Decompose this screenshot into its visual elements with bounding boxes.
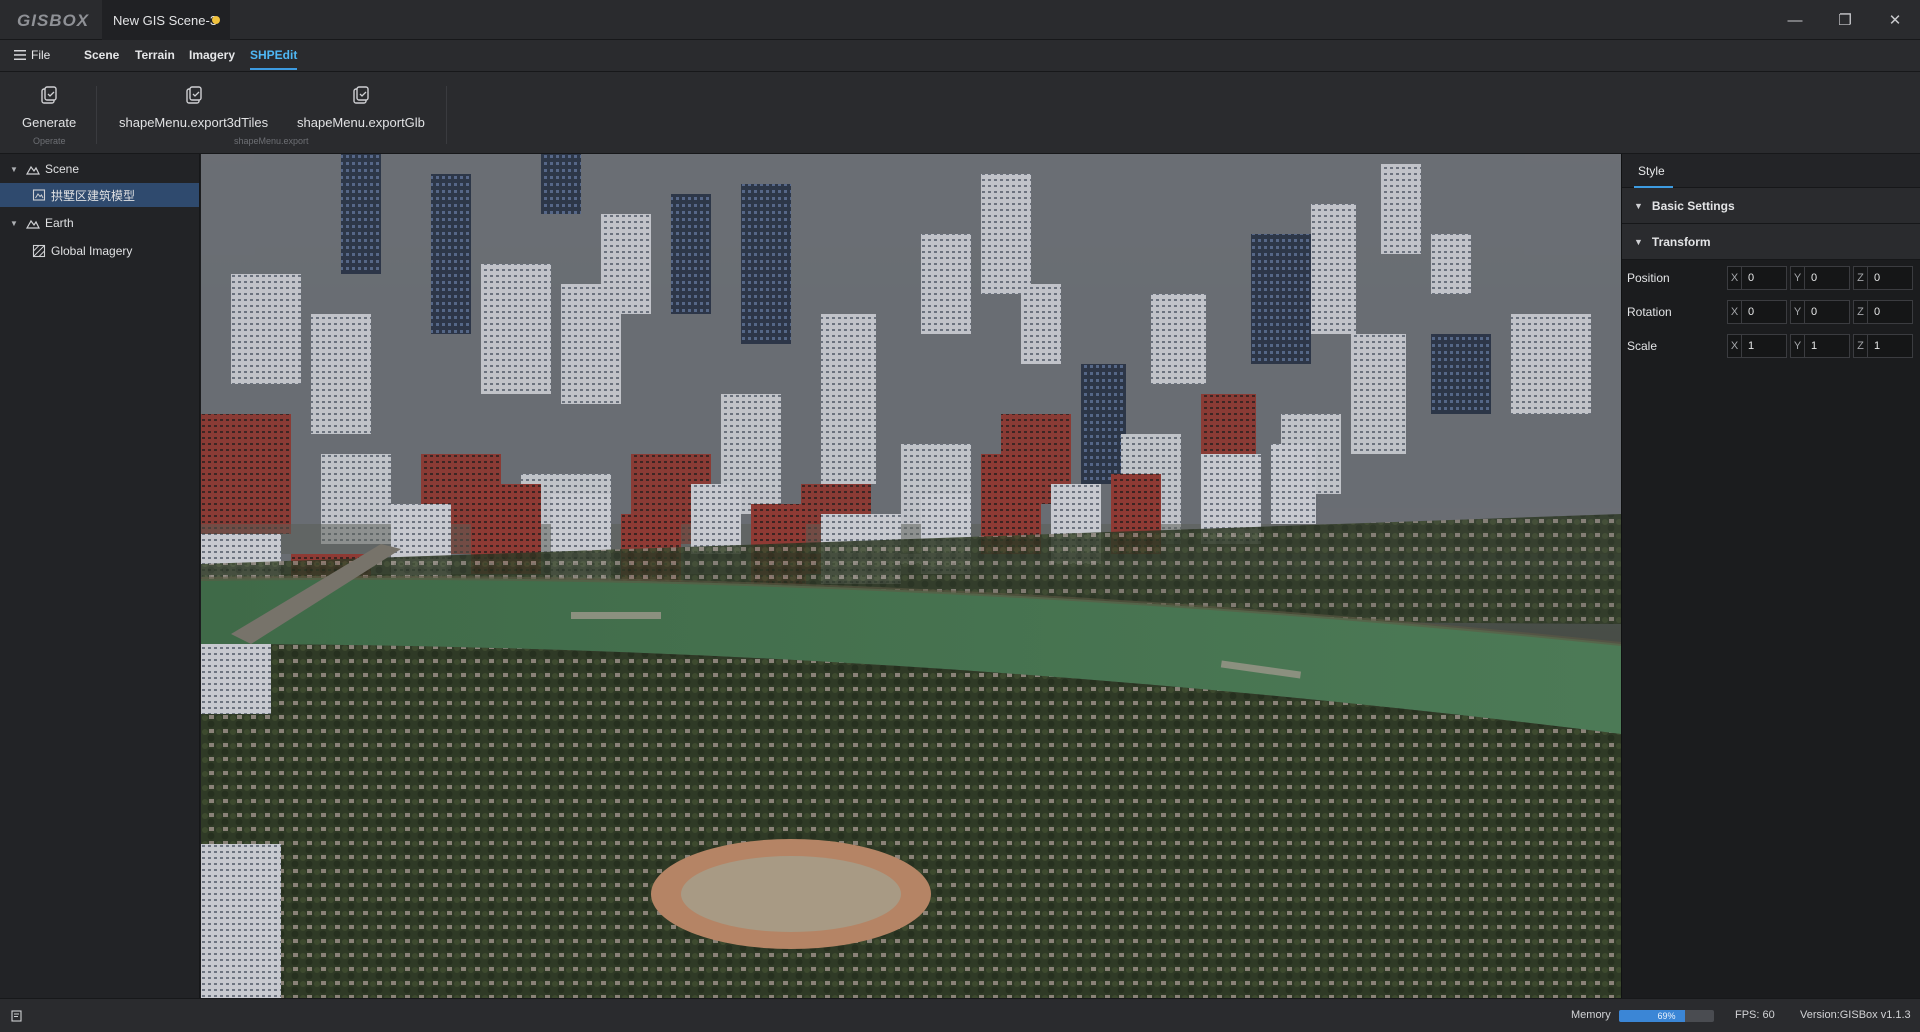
menu-imagery[interactable]: Imagery xyxy=(189,48,235,62)
version-label: Version:GISBox v1.1.3 xyxy=(1800,1009,1911,1021)
transform-header[interactable]: ▼ Transform xyxy=(1622,224,1920,260)
document-tab[interactable]: New GIS Scene-3 xyxy=(102,0,230,40)
export-3dtiles-label: shapeMenu.export3dTiles xyxy=(119,115,269,130)
menu-bar: File Scene Terrain Imagery SHPEdit xyxy=(0,40,1920,72)
export-glb-icon xyxy=(353,86,369,104)
menu-scene[interactable]: Scene xyxy=(84,48,119,62)
export-3dtiles-icon xyxy=(185,86,202,104)
generate-button[interactable]: Generate xyxy=(22,86,76,130)
app-logo: GISBOX xyxy=(17,11,90,30)
export-glb-label: shapeMenu.exportGlb xyxy=(297,115,425,130)
position-x-field[interactable]: X0 xyxy=(1727,266,1787,290)
position-y-field[interactable]: Y0 xyxy=(1790,266,1850,290)
tree-item-scene[interactable]: ▼ Scene xyxy=(0,157,200,181)
position-label: Position xyxy=(1627,271,1670,285)
scale-label: Scale xyxy=(1627,339,1658,353)
menu-terrain[interactable]: Terrain xyxy=(135,48,175,62)
menu-shpedit[interactable]: SHPEdit xyxy=(250,48,298,70)
earth-icon xyxy=(26,219,40,229)
tree-item-label: Global Imagery xyxy=(51,244,133,258)
scene-tree-panel: ▼ Scene 拱墅区建筑模型 ▼ Earth Global Imagery xyxy=(0,154,200,998)
rotation-z-field[interactable]: Z0 xyxy=(1853,300,1913,324)
tree-item-building-model[interactable]: 拱墅区建筑模型 xyxy=(0,183,199,207)
rotation-y-field[interactable]: Y0 xyxy=(1790,300,1850,324)
minimize-button[interactable]: — xyxy=(1778,6,1812,34)
fps-readout: FPS: 60 xyxy=(1735,1009,1775,1021)
export-glb-button[interactable]: shapeMenu.exportGlb xyxy=(297,86,425,130)
tree-item-label: 拱墅区建筑模型 xyxy=(51,188,136,203)
basic-settings-header[interactable]: ▼ Basic Settings xyxy=(1622,188,1920,224)
rotation-label: Rotation xyxy=(1627,305,1672,319)
scale-x-field[interactable]: X1 xyxy=(1727,334,1787,358)
minimize-icon: — xyxy=(1787,11,1803,29)
memory-usage-bar: 69% xyxy=(1619,1010,1714,1022)
tree-item-label: Earth xyxy=(45,216,74,230)
export-group-label: shapeMenu.export xyxy=(234,136,309,146)
basic-settings-label: Basic Settings xyxy=(1651,198,1735,213)
file-menu[interactable]: File xyxy=(14,48,50,62)
close-icon: ✕ xyxy=(1888,12,1902,29)
generate-icon xyxy=(41,86,57,104)
collapse-triangle-icon: ▼ xyxy=(1634,200,1643,211)
close-window-button[interactable]: ✕ xyxy=(1878,6,1912,34)
hamburger-icon xyxy=(14,50,26,60)
notes-icon[interactable] xyxy=(11,1010,23,1022)
expand-caret-icon[interactable]: ▼ xyxy=(10,165,20,174)
restore-icon: ❐ xyxy=(1838,12,1852,29)
rotation-x-field[interactable]: X0 xyxy=(1727,300,1787,324)
file-menu-label: File xyxy=(31,48,51,62)
imagery-icon xyxy=(32,244,46,258)
rotation-row: Rotation X0 Y0 Z0 xyxy=(1622,298,1920,326)
position-z-field[interactable]: Z0 xyxy=(1853,266,1913,290)
operate-group-label: Operate xyxy=(33,136,66,146)
transform-label: Transform xyxy=(1651,234,1711,249)
export-3dtiles-button[interactable]: shapeMenu.export3dTiles xyxy=(119,86,268,130)
memory-usage-text: 69% xyxy=(1657,1011,1676,1021)
scale-row: Scale X1 Y1 Z1 xyxy=(1622,332,1920,360)
expand-caret-icon[interactable]: ▼ xyxy=(10,219,20,228)
map-viewport[interactable] xyxy=(201,154,1621,998)
scale-z-field[interactable]: Z1 xyxy=(1853,334,1913,358)
collapse-triangle-icon: ▼ xyxy=(1634,236,1643,247)
scale-y-field[interactable]: Y1 xyxy=(1790,334,1850,358)
ribbon-toolbar: Generate Operate shapeMenu.export3dTiles… xyxy=(0,72,1920,154)
ribbon-separator xyxy=(96,86,97,144)
status-bar: Memory 69% FPS: 60 Version:GISBox v1.1.3 xyxy=(0,998,1920,1032)
properties-tabbar: Style xyxy=(1622,154,1920,188)
title-bar: GISBOX New GIS Scene-3 — ❐ ✕ xyxy=(0,0,1920,40)
memory-label: Memory xyxy=(1571,1009,1611,1021)
model-icon xyxy=(32,189,46,201)
tree-item-earth[interactable]: ▼ Earth xyxy=(0,211,200,235)
ribbon-separator xyxy=(446,86,447,144)
generate-label: Generate xyxy=(22,115,77,130)
properties-panel: Style ▼ Basic Settings ▼ Transform Posit… xyxy=(1621,154,1920,998)
aerial-city-render xyxy=(201,154,1621,998)
tree-item-label: Scene xyxy=(45,162,80,176)
tree-item-global-imagery[interactable]: Global Imagery xyxy=(0,239,200,263)
position-row: Position X0 Y0 Z0 xyxy=(1622,264,1920,292)
restore-button[interactable]: ❐ xyxy=(1828,6,1862,34)
unsaved-indicator xyxy=(212,16,220,24)
scene-icon xyxy=(26,165,40,175)
document-tab-title: New GIS Scene-3 xyxy=(113,12,218,28)
tab-style[interactable]: Style xyxy=(1634,164,1673,188)
